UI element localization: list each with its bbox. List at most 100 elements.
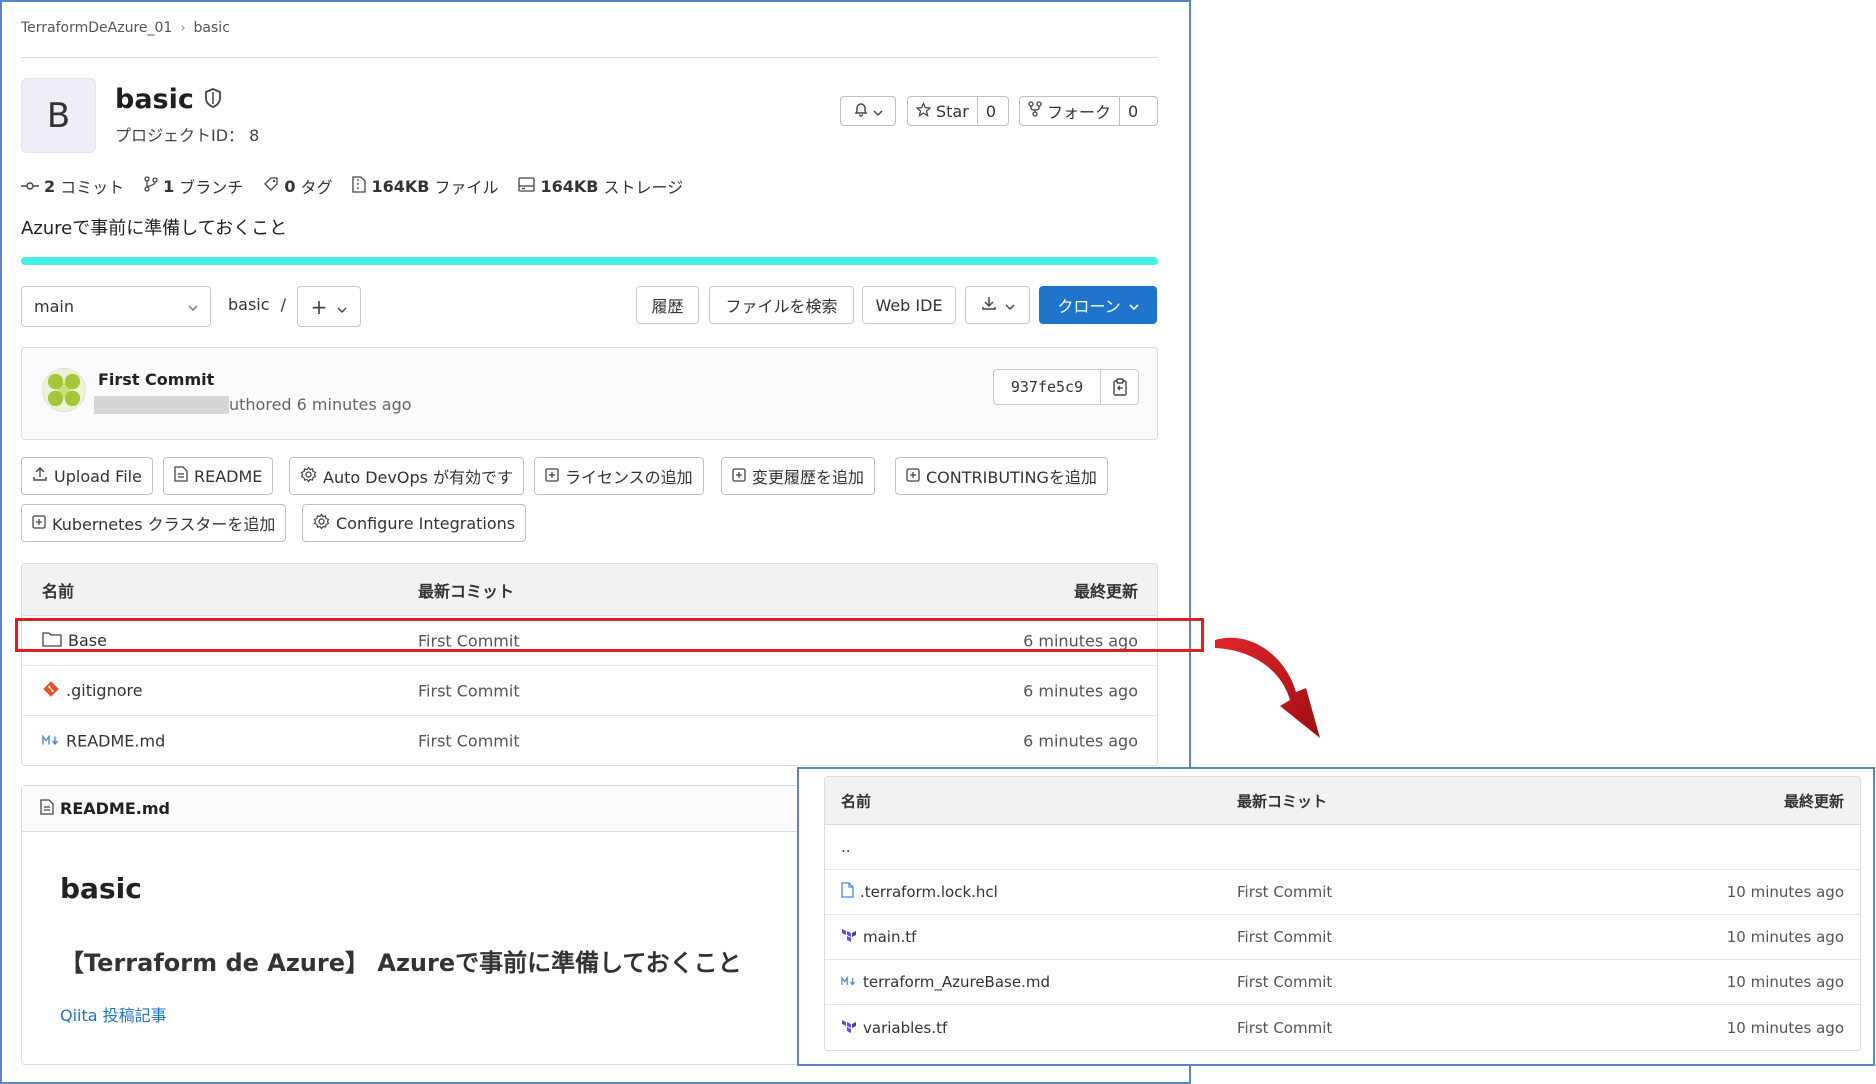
tags-stat[interactable]: 0 タグ <box>263 174 332 198</box>
table-row[interactable]: terraform_AzureBase.md First Commit 10 m… <box>825 960 1860 1005</box>
file-commit[interactable]: First Commit <box>418 732 520 751</box>
add-kubernetes-button[interactable]: Kubernetes クラスターを追加 <box>21 504 287 542</box>
table-row[interactable]: main.tf First Commit 10 minutes ago <box>825 915 1860 960</box>
fork-count: 0 <box>1119 97 1146 125</box>
tag-icon <box>263 176 279 196</box>
repo-path: basic / <box>228 295 286 314</box>
add-license-button[interactable]: ライセンスの追加 <box>534 457 704 495</box>
clone-button[interactable]: クローン <box>1039 286 1157 324</box>
add-changelog-button[interactable]: 変更履歴を追加 <box>721 457 876 495</box>
branch-select-value: main <box>34 297 74 316</box>
file-name: terraform_AzureBase.md <box>863 973 1050 991</box>
file-commit[interactable]: First Commit <box>1237 928 1332 946</box>
file-commit[interactable]: First Commit <box>418 681 520 700</box>
readme-label: README <box>194 466 263 486</box>
commit-title[interactable]: First Commit <box>98 370 214 389</box>
table-header: 名前 最新コミット 最終更新 <box>825 777 1860 825</box>
plus-square-icon <box>906 467 920 486</box>
language-bar <box>21 257 1158 265</box>
breadcrumb-current[interactable]: basic <box>194 20 230 36</box>
configure-integrations-button[interactable]: Configure Integrations <box>302 504 527 542</box>
chevron-down-icon <box>1129 296 1139 315</box>
parent-dir-link[interactable]: .. <box>841 838 851 856</box>
file-name-cell[interactable]: main.tf <box>841 928 916 946</box>
readme-heading: basic <box>60 872 142 905</box>
parent-dir-row[interactable]: .. <box>825 825 1860 870</box>
copy-icon[interactable] <box>1101 370 1138 404</box>
disk-icon <box>518 176 536 196</box>
upload-file-button[interactable]: Upload File <box>21 457 153 495</box>
download-button[interactable] <box>965 286 1030 324</box>
table-row[interactable]: .terraform.lock.hcl First Commit 10 minu… <box>825 870 1860 915</box>
tags-label: タグ <box>300 178 333 197</box>
breadcrumb: TerraformDeAzure_01 › basic <box>21 20 230 36</box>
add-license-label: ライセンスの追加 <box>565 468 693 487</box>
file-name: .gitignore <box>66 681 143 700</box>
column-header-commit: 最新コミット <box>418 581 515 601</box>
terraform-icon <box>841 1019 857 1037</box>
file-commit[interactable]: First Commit <box>1237 1019 1332 1037</box>
project-avatar: B <box>21 78 96 153</box>
storage-stat: 164KB ストレージ <box>518 174 683 198</box>
subfolder-table: 名前 最新コミット 最終更新 .. .terraform.lock.hcl Fi… <box>824 776 1861 1051</box>
star-count: 0 <box>976 97 1004 125</box>
branch-select[interactable]: main <box>21 286 211 327</box>
git-icon <box>42 680 60 702</box>
add-contributing-button[interactable]: CONTRIBUTINGを追加 <box>895 457 1108 495</box>
project-id: プロジェクトID： 8 <box>115 126 260 145</box>
fork-icon <box>1028 101 1042 121</box>
table-header: 名前 最新コミット 最終更新 <box>22 564 1157 616</box>
branches-count: 1 <box>163 176 175 196</box>
history-button[interactable]: 履歴 <box>636 286 699 324</box>
find-file-button[interactable]: ファイルを検索 <box>709 286 854 324</box>
readme-button[interactable]: README <box>163 457 274 495</box>
file-name-cell[interactable]: README.md <box>42 732 165 751</box>
fork-button[interactable]: フォーク 0 <box>1019 96 1158 126</box>
breadcrumb-parent[interactable]: TerraformDeAzure_01 <box>21 20 172 36</box>
file-name-cell[interactable]: variables.tf <box>841 1019 947 1037</box>
files-stat[interactable]: 164KB ファイル <box>352 174 498 198</box>
add-kubernetes-label: Kubernetes クラスターを追加 <box>52 515 276 534</box>
project-stats: 2 コミット 1 ブランチ 0 タグ 164KB ファイル 164KB ストレー… <box>21 174 683 198</box>
add-contributing-label: CONTRIBUTINGを追加 <box>926 468 1097 487</box>
file-commit[interactable]: First Commit <box>1237 973 1332 991</box>
branches-stat[interactable]: 1 ブランチ <box>144 174 243 198</box>
document-icon <box>40 798 54 819</box>
add-button[interactable]: + <box>297 286 361 327</box>
table-row[interactable]: .gitignore First Commit 6 minutes ago <box>22 666 1157 716</box>
star-button[interactable]: Star 0 <box>907 96 1009 126</box>
file-name-cell[interactable]: .gitignore <box>42 680 143 702</box>
file-updated: 10 minutes ago <box>1726 928 1844 946</box>
commits-stat[interactable]: 2 コミット <box>21 174 124 198</box>
commits-count: 2 <box>44 176 56 196</box>
commits-label: コミット <box>60 178 125 197</box>
star-label: Star <box>936 101 969 121</box>
markdown-icon <box>841 973 857 991</box>
readme-filename[interactable]: README.md <box>60 799 170 818</box>
avatar[interactable] <box>42 368 86 412</box>
shield-icon <box>204 84 222 115</box>
commit-sha[interactable]: 937fe5c9 <box>994 370 1101 404</box>
file-name-cell[interactable]: terraform_AzureBase.md <box>841 973 1050 991</box>
column-header-commit: 最新コミット <box>1237 792 1328 810</box>
table-row[interactable]: variables.tf First Commit 10 minutes ago <box>825 1005 1860 1050</box>
file-name-cell[interactable]: .terraform.lock.hcl <box>841 882 998 902</box>
project-name: basic <box>115 84 194 115</box>
file-table: 名前 最新コミット 最終更新 Base First Commit 6 minut… <box>21 563 1158 766</box>
project-description: Azureで事前に準備しておくこと <box>21 218 288 239</box>
readme-link[interactable]: Qiita 投稿記事 <box>60 1002 167 1026</box>
file-commit[interactable]: First Commit <box>1237 883 1332 901</box>
plus-square-icon <box>545 467 559 486</box>
web-ide-button[interactable]: Web IDE <box>862 286 956 324</box>
file-updated: 10 minutes ago <box>1726 973 1844 991</box>
auto-devops-label: Auto DevOps が有効です <box>323 468 514 487</box>
document-icon <box>174 466 188 486</box>
storage-size: 164KB <box>540 176 599 196</box>
file-updated: 10 minutes ago <box>1726 883 1844 901</box>
auto-devops-button[interactable]: Auto DevOps が有効です <box>289 457 525 495</box>
file-name: main.tf <box>863 928 917 946</box>
repo-path-root[interactable]: basic <box>228 295 270 314</box>
table-row[interactable]: README.md First Commit 6 minutes ago <box>22 716 1157 765</box>
notification-button[interactable] <box>840 96 896 126</box>
gear-icon <box>300 466 317 487</box>
